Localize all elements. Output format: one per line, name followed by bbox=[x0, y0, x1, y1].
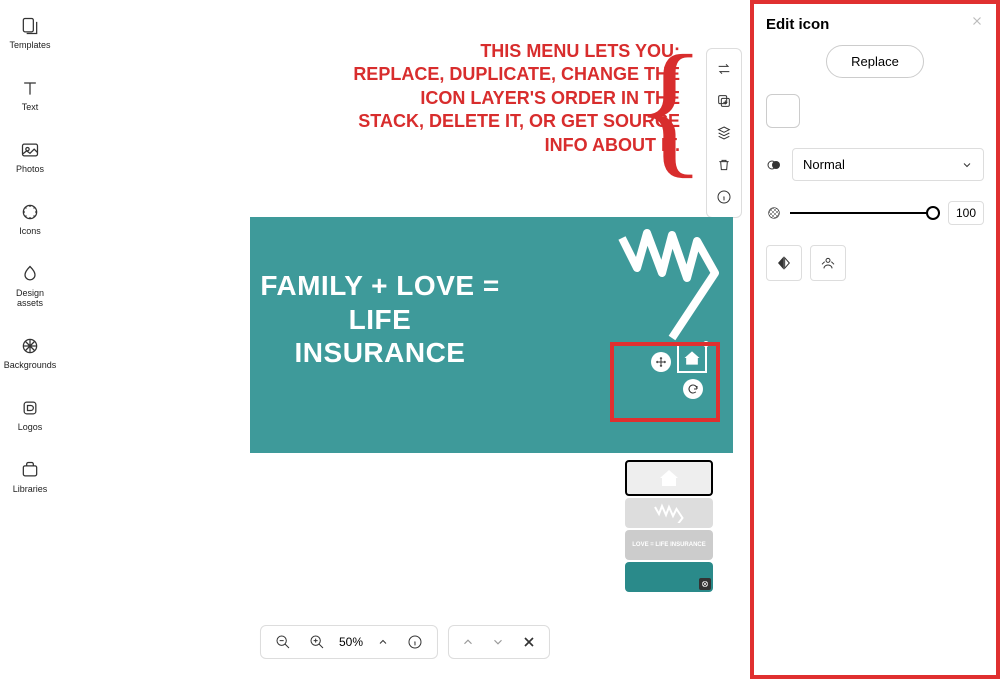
zoom-out-button[interactable] bbox=[271, 632, 295, 652]
zoom-menu-button[interactable] bbox=[373, 634, 393, 650]
opacity-slider[interactable] bbox=[790, 212, 940, 214]
close-icon bbox=[521, 634, 537, 650]
annotation-brace: { bbox=[634, 48, 706, 168]
delete-button[interactable] bbox=[707, 149, 741, 181]
sidebar-label: Logos bbox=[18, 422, 43, 432]
layer-thumb-background[interactable] bbox=[625, 562, 713, 592]
sidebar-label: Photos bbox=[16, 164, 44, 174]
design-headline[interactable]: FAMILY + LOVE = LIFE INSURANCE bbox=[260, 269, 500, 370]
annotation-line: ICON LAYER'S ORDER IN THE bbox=[353, 87, 680, 110]
replace-icon-button[interactable] bbox=[707, 53, 741, 85]
zoom-out-icon bbox=[275, 634, 291, 650]
info-icon bbox=[716, 189, 732, 205]
opacity-input[interactable] bbox=[948, 201, 984, 225]
layer-thumb-scribble[interactable] bbox=[625, 498, 713, 528]
crop-icon bbox=[820, 255, 836, 271]
sidebar-item-text[interactable]: Text bbox=[0, 70, 60, 120]
swap-icon bbox=[716, 61, 732, 77]
prev-button[interactable] bbox=[457, 633, 479, 651]
blend-mode-select[interactable]: Normal bbox=[792, 148, 984, 181]
text-icon bbox=[20, 78, 40, 98]
zoom-controls: 50% bbox=[260, 625, 438, 659]
chevron-down-icon bbox=[491, 635, 505, 649]
info-button[interactable] bbox=[707, 181, 741, 213]
info-icon bbox=[407, 634, 423, 650]
reorder-button[interactable] bbox=[707, 117, 741, 149]
sidebar-item-icons[interactable]: Icons bbox=[0, 194, 60, 244]
sidebar-item-logos[interactable]: Logos bbox=[0, 390, 60, 440]
sidebar-label: Icons bbox=[19, 226, 41, 236]
sidebar-label: Text bbox=[22, 102, 39, 112]
zoom-in-icon bbox=[309, 634, 325, 650]
duplicate-icon bbox=[716, 93, 732, 109]
layer-stack: LOVE = LIFE INSURANCE bbox=[625, 460, 713, 594]
templates-icon bbox=[20, 16, 40, 36]
sidebar-label: Design assets bbox=[4, 288, 56, 308]
scribble-graphic[interactable] bbox=[617, 223, 727, 343]
crop-button[interactable] bbox=[810, 245, 846, 281]
flip-horizontal-button[interactable] bbox=[766, 245, 802, 281]
canvas-info-button[interactable] bbox=[403, 632, 427, 652]
blend-mode-value: Normal bbox=[803, 157, 845, 172]
layer-thumb-text[interactable]: LOVE = LIFE INSURANCE bbox=[625, 530, 713, 560]
replace-button[interactable]: Replace bbox=[826, 45, 924, 78]
chevron-up-icon bbox=[377, 636, 389, 648]
photos-icon bbox=[20, 140, 40, 160]
panel-title: Edit icon bbox=[766, 16, 984, 33]
sidebar-item-design-assets[interactable]: Design assets bbox=[0, 256, 60, 316]
blend-icon bbox=[766, 157, 782, 173]
transform-actions bbox=[766, 245, 984, 281]
blend-mode-row: Normal bbox=[766, 148, 984, 181]
backgrounds-icon bbox=[20, 336, 40, 356]
opacity-icon bbox=[766, 205, 782, 221]
annotation-line: THIS MENU LETS YOU: bbox=[353, 40, 680, 63]
trash-icon bbox=[716, 157, 732, 173]
left-sidebar: Templates Text Photos Icons Design asset… bbox=[0, 0, 60, 679]
logos-icon bbox=[20, 398, 40, 418]
opacity-row bbox=[766, 201, 984, 225]
zoom-in-button[interactable] bbox=[305, 632, 329, 652]
sidebar-item-templates[interactable]: Templates bbox=[0, 8, 60, 58]
annotation-line: STACK, DELETE IT, OR GET SOURCE bbox=[353, 110, 680, 133]
icon-context-menu bbox=[706, 48, 742, 218]
sidebar-item-backgrounds[interactable]: Backgrounds bbox=[0, 328, 60, 378]
icons-icon bbox=[20, 202, 40, 222]
layer-thumb-icon[interactable] bbox=[625, 460, 713, 496]
annotation-line: INFO ABOUT IT. bbox=[353, 134, 680, 157]
sidebar-label: Templates bbox=[9, 40, 50, 50]
annotation-highlight-box bbox=[610, 342, 720, 422]
sidebar-label: Libraries bbox=[13, 484, 48, 494]
edit-icon-panel: Edit icon Replace Normal bbox=[750, 0, 1000, 679]
nav-controls bbox=[448, 625, 550, 659]
background-lock-icon bbox=[699, 578, 711, 590]
zoom-level: 50% bbox=[339, 635, 363, 649]
color-swatch[interactable] bbox=[766, 94, 800, 128]
bottom-toolbar: 50% bbox=[260, 625, 550, 659]
next-button[interactable] bbox=[487, 633, 509, 651]
libraries-icon bbox=[20, 460, 40, 480]
sidebar-item-libraries[interactable]: Libraries bbox=[0, 452, 60, 502]
flip-h-icon bbox=[776, 255, 792, 271]
design-assets-icon bbox=[20, 264, 40, 284]
annotation-callout: THIS MENU LETS YOU: REPLACE, DUPLICATE, … bbox=[353, 40, 680, 157]
layer-text-label: LOVE = LIFE INSURANCE bbox=[632, 542, 706, 548]
annotation-line: REPLACE, DUPLICATE, CHANGE THE bbox=[353, 63, 680, 86]
chevron-up-icon bbox=[461, 635, 475, 649]
sidebar-item-photos[interactable]: Photos bbox=[0, 132, 60, 182]
chevron-down-icon bbox=[961, 159, 973, 171]
slider-thumb[interactable] bbox=[926, 206, 940, 220]
close-nav-button[interactable] bbox=[517, 632, 541, 652]
duplicate-button[interactable] bbox=[707, 85, 741, 117]
house-icon bbox=[657, 466, 681, 490]
close-icon bbox=[970, 14, 984, 28]
layers-icon bbox=[716, 125, 732, 141]
close-panel-button[interactable] bbox=[970, 14, 984, 33]
canvas-area: THIS MENU LETS YOU: REPLACE, DUPLICATE, … bbox=[60, 0, 750, 679]
sidebar-label: Backgrounds bbox=[4, 360, 57, 370]
